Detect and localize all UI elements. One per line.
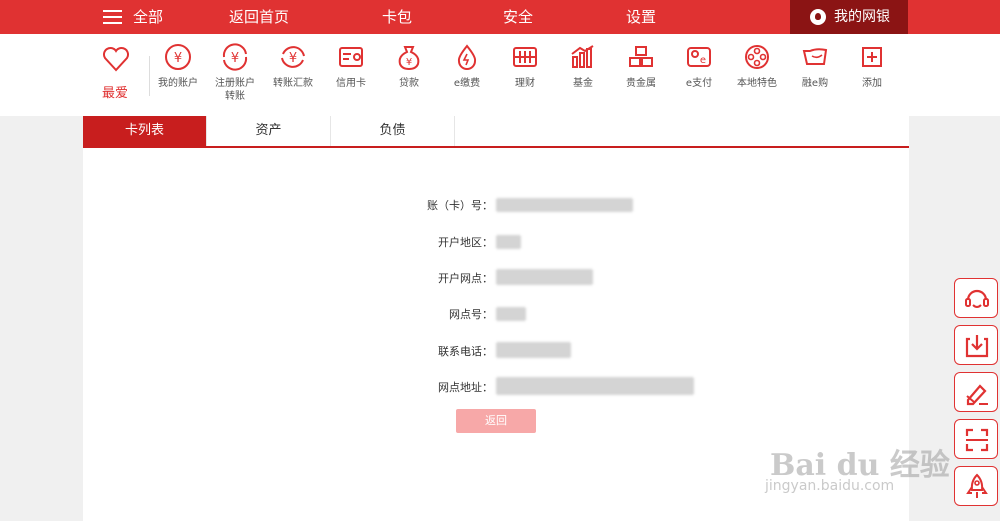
svg-text:¥: ¥	[231, 51, 239, 66]
edit-icon	[966, 384, 988, 406]
function-icon-bar: ¥ 我的账户 ¥ 注册账户转账 ¥ 转账汇款 信用卡 ¥ 贷款 e缴费 理财 基…	[0, 34, 1000, 116]
icon-local-features[interactable]: 本地特色	[727, 42, 787, 90]
svg-text:¥: ¥	[174, 51, 182, 66]
epay-icon: e	[687, 47, 711, 67]
yen-transfer-icon: ¥	[222, 43, 248, 71]
nav-security[interactable]: 安全	[503, 0, 533, 34]
water-drop-icon	[457, 44, 477, 70]
redacted-value	[496, 342, 571, 358]
back-button[interactable]: 返回	[456, 409, 536, 433]
abacus-icon	[513, 47, 537, 67]
nav-settings[interactable]: 设置	[626, 0, 656, 34]
shopping-icon	[802, 48, 828, 65]
redacted-value	[496, 377, 694, 395]
heart-icon	[102, 46, 130, 72]
download-icon	[965, 335, 989, 358]
field-label-card-number: 账（卡）号：	[427, 199, 493, 212]
scan-button[interactable]	[954, 419, 998, 459]
tab-liabilities[interactable]: 负债	[331, 116, 455, 146]
headset-icon	[965, 289, 989, 308]
plus-box-icon	[862, 47, 882, 67]
top-nav-bar: 全部 返回首页 卡包 安全 设置 我的网银	[0, 0, 1000, 34]
icon-label: 我的账户	[158, 78, 198, 89]
icon-precious-metals[interactable]: 贵金属	[611, 42, 671, 90]
watermark-sub: jingyan.baidu.com	[765, 478, 895, 494]
money-bag-icon: ¥	[398, 46, 420, 71]
svg-text:¥: ¥	[289, 51, 297, 66]
icon-label: 融e购	[801, 78, 829, 89]
icon-label: e缴费	[453, 78, 481, 89]
icon-rong-e-gou[interactable]: 融e购	[785, 42, 845, 90]
icon-label: 转账汇款	[273, 78, 313, 89]
my-bank-button[interactable]: 我的网银	[790, 0, 908, 34]
icon-label: 基金	[573, 78, 593, 89]
icon-e-payment-bills[interactable]: e缴费	[437, 42, 497, 90]
icon-label: 注册账户转账	[215, 78, 255, 102]
money-bag-icon	[810, 9, 826, 25]
icon-label: 信用卡	[336, 78, 366, 89]
icon-credit-card[interactable]: 信用卡	[321, 42, 381, 90]
yen-remit-icon: ¥	[281, 46, 305, 68]
field-label-region: 开户地区：	[438, 236, 493, 249]
svg-text:e: e	[700, 55, 706, 66]
icon-label: 贵金属	[626, 78, 656, 89]
yen-coin-icon: ¥	[165, 44, 191, 70]
nav-all[interactable]: 全部	[133, 0, 163, 34]
field-label-address: 网点地址：	[438, 381, 493, 394]
icon-label: 贷款	[399, 78, 419, 89]
field-label-branch-number: 网点号：	[449, 308, 493, 321]
field-label-branch: 开户网点：	[438, 272, 493, 285]
baidu-watermark: Bai du 经验 jingyan.baidu.com	[760, 440, 950, 500]
icon-my-account[interactable]: ¥ 我的账户	[148, 42, 208, 90]
nav-home[interactable]: 返回首页	[229, 0, 289, 34]
redacted-value	[496, 269, 593, 285]
back-to-top-button[interactable]	[954, 466, 998, 506]
svg-text:¥: ¥	[406, 57, 412, 68]
icon-add[interactable]: 添加	[842, 42, 902, 90]
redacted-value	[496, 198, 633, 212]
nav-card-pack[interactable]: 卡包	[382, 0, 412, 34]
edit-button[interactable]	[954, 372, 998, 412]
tab-bar: 卡列表 资产 负债	[83, 116, 909, 148]
icon-label: 添加	[862, 78, 882, 89]
scan-icon	[965, 428, 989, 452]
icon-label: e支付	[685, 78, 713, 89]
rocket-icon	[966, 473, 988, 498]
redacted-value	[496, 235, 521, 249]
redacted-value	[496, 307, 526, 321]
download-button[interactable]	[954, 325, 998, 365]
icon-remittance[interactable]: ¥ 转账汇款	[263, 42, 323, 90]
icon-label: 理财	[515, 78, 535, 89]
my-bank-label: 我的网银	[834, 9, 890, 25]
tab-card-list[interactable]: 卡列表	[83, 116, 207, 146]
icon-e-pay[interactable]: e e支付	[669, 42, 729, 90]
icon-fund[interactable]: 基金	[553, 42, 613, 90]
credit-card-icon	[339, 47, 363, 67]
bar-chart-icon	[571, 45, 594, 68]
icon-register-transfer[interactable]: ¥ 注册账户转账	[205, 42, 265, 103]
field-label-phone: 联系电话：	[438, 345, 493, 358]
icon-wealth[interactable]: 理财	[495, 42, 555, 90]
menu-icon[interactable]	[103, 10, 122, 24]
tab-assets[interactable]: 资产	[207, 116, 331, 146]
icon-loan[interactable]: ¥ 贷款	[379, 42, 439, 90]
icon-label: 本地特色	[737, 78, 777, 89]
film-reel-icon	[745, 45, 769, 69]
gold-bars-icon	[629, 46, 653, 67]
customer-service-button[interactable]	[954, 278, 998, 318]
favorite-button[interactable]	[86, 44, 146, 74]
favorite-label[interactable]: 最爱	[102, 82, 128, 101]
